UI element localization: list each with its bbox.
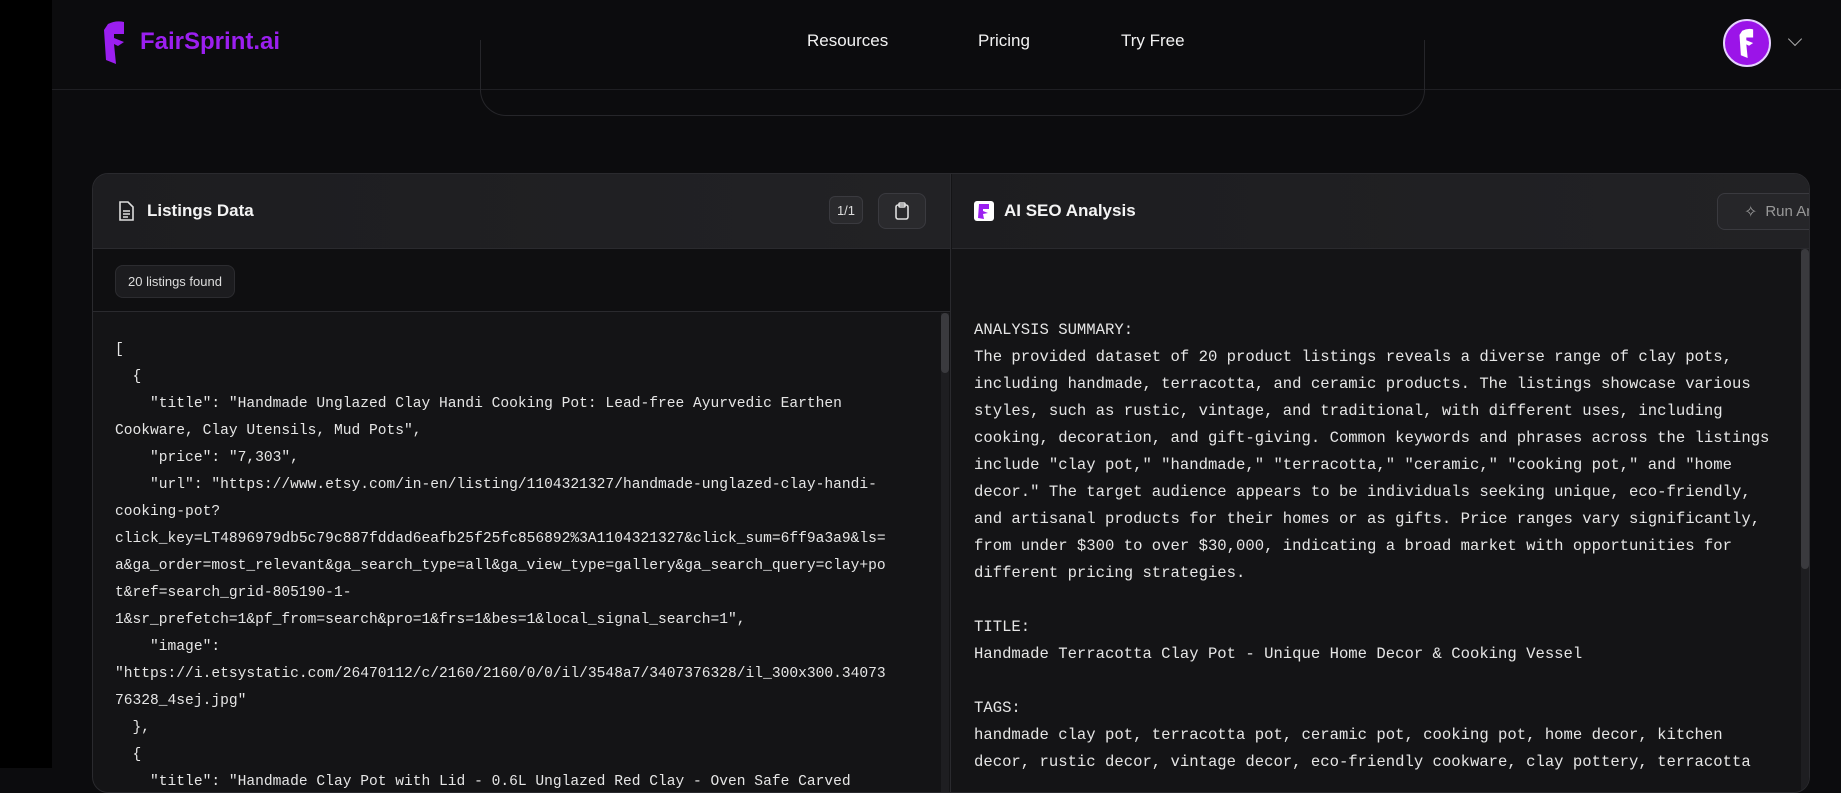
text-line: Handmade Terracotta Clay Pot - Unique Ho… <box>974 645 1583 663</box>
fairsprint-small-logo-icon <box>974 201 994 221</box>
text-line: include "clay pot," "handmade," "terraco… <box>974 456 1732 474</box>
analysis-scrollbar[interactable] <box>1801 249 1809 792</box>
text-line: and artisanal products for their homes o… <box>974 510 1761 528</box>
upper-card <box>480 40 1425 116</box>
text-line: "url": "https://www.etsy.com/in-en/listi… <box>115 477 877 493</box>
text-line: The provided dataset of 20 product listi… <box>974 348 1732 366</box>
text-line <box>974 668 1769 695</box>
brand-name: FairSprint.ai <box>140 28 281 55</box>
left-edge <box>0 0 52 768</box>
text-line: "https://i.etsystatic.com/26470112/c/216… <box>115 666 886 682</box>
text-line: click_key=LT4896979db5c79c887fddad6eafb2… <box>115 531 886 547</box>
listings-subheader: 20 listings found <box>93 249 950 312</box>
text-line: "image": <box>115 639 221 655</box>
text-line: { <box>115 747 142 763</box>
sparkles-icon: ✧ <box>1743 203 1758 221</box>
text-line: styles, such as rustic, vintage, and tra… <box>974 402 1723 420</box>
text-line: a&ga_order=most_relevant&ga_search_type=… <box>115 558 886 574</box>
brand-logo[interactable]: FairSprint.ai <box>104 20 280 64</box>
listings-title: Listings Data <box>147 201 254 220</box>
listings-panel: Listings Data 1/1 20 listings found [ { … <box>93 174 951 792</box>
fairsprint-logo-icon <box>104 21 124 64</box>
text-line: handmade clay pot, terracotta pot, ceram… <box>974 726 1723 744</box>
text-line: "price": "7,303", <box>115 450 299 466</box>
text-line: "title": "Handmade Unglazed Clay Handi C… <box>115 396 842 412</box>
text-line: ANALYSIS SUMMARY: <box>974 321 1134 339</box>
analysis-panel: AI SEO Analysis ✧ Run Analysis ANALYSIS … <box>952 174 1809 792</box>
user-avatar[interactable] <box>1723 19 1771 67</box>
text-line: cooking, decoration, and gift-giving. Co… <box>974 429 1770 447</box>
listings-count-badge: 20 listings found <box>115 265 235 298</box>
text-line: [ <box>115 342 124 358</box>
page-badge: 1/1 <box>829 196 863 224</box>
text-line: different pricing strategies. <box>974 564 1246 582</box>
text-line: { <box>115 369 142 385</box>
text-line: TAGS: <box>974 699 1021 717</box>
text-line: Cookware, Clay Utensils, Mud Pots", <box>115 423 422 439</box>
text-line: t&ref=search_grid-805190-1- <box>115 585 352 601</box>
text-line: TITLE: <box>974 618 1031 636</box>
avatar-logo-icon <box>1739 28 1754 58</box>
run-analysis-label: Run Analysis <box>1765 203 1809 220</box>
text-line <box>974 587 1769 614</box>
workspace-panel: Listings Data 1/1 20 listings found [ { … <box>92 173 1810 793</box>
run-analysis-button[interactable]: ✧ Run Analysis <box>1717 193 1809 230</box>
text-line: including handmade, terracotta, and cera… <box>974 375 1751 393</box>
document-icon <box>119 201 134 221</box>
copy-listings-button[interactable] <box>878 193 926 229</box>
analysis-title: AI SEO Analysis <box>1004 201 1136 220</box>
listings-json[interactable]: [ { "title": "Handmade Unglazed Clay Han… <box>115 337 886 792</box>
text-line: decor, rustic decor, vintage decor, eco-… <box>974 753 1751 771</box>
analysis-text[interactable]: ANALYSIS SUMMARY: The provided dataset of… <box>974 317 1769 776</box>
clipboard-icon <box>895 202 909 220</box>
text-line: from under $300 to over $30,000, indicat… <box>974 537 1732 555</box>
text-line: 1&sr_prefetch=1&pf_from=search&pro=1&frs… <box>115 612 746 628</box>
text-line: 76328_4sej.jpg" <box>115 693 247 709</box>
text-line: decor." The target audience appears to b… <box>974 483 1751 501</box>
text-line: }, <box>115 720 151 736</box>
listings-scrollbar[interactable] <box>941 313 949 792</box>
text-line: "title": "Handmade Clay Pot with Lid - 0… <box>115 774 851 790</box>
text-line: cooking-pot? <box>115 504 221 520</box>
analysis-header: AI SEO Analysis ✧ Run Analysis <box>952 174 1809 249</box>
listings-header: Listings Data 1/1 <box>93 174 950 249</box>
